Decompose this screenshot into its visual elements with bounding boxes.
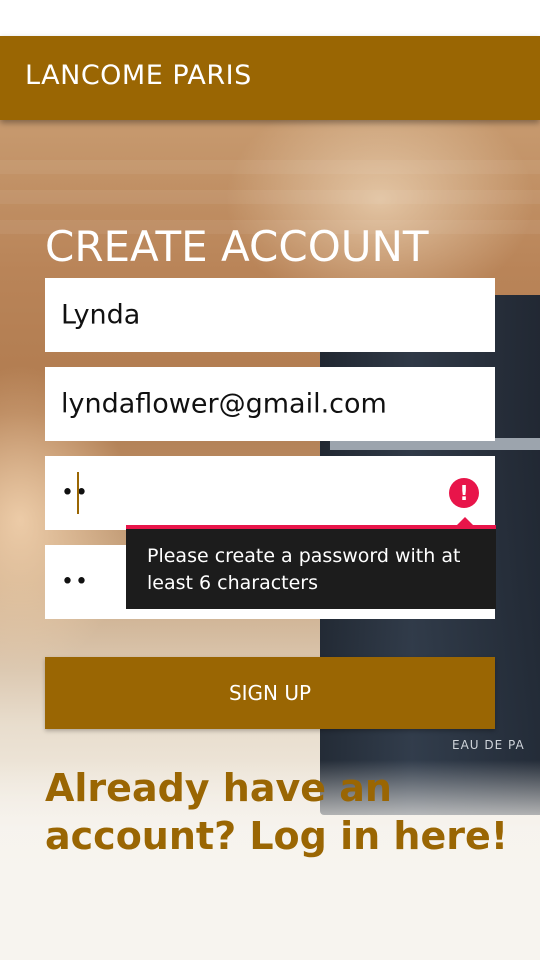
email-field[interactable]: lyndaflower@gmail.com <box>45 367 495 441</box>
app-bar: LANCOME PARIS <box>0 36 540 120</box>
password-error-tooltip: Please create a password with at least 6… <box>126 529 496 609</box>
background-stripe <box>0 190 540 204</box>
sign-up-button[interactable]: SIGN UP <box>45 657 495 729</box>
background-stripe <box>0 160 540 174</box>
error-icon[interactable]: ! <box>449 478 479 508</box>
name-field[interactable]: Lynda <box>45 278 495 352</box>
text-cursor <box>77 472 79 514</box>
perfume-bottle-label: EAU DE PA <box>452 738 525 752</box>
name-field-value: Lynda <box>61 299 141 331</box>
status-bar <box>0 0 540 36</box>
password-field[interactable]: •• ! <box>45 456 495 530</box>
password-field-value: •• <box>61 480 89 506</box>
login-link[interactable]: Already have an account? Log in here! <box>45 764 515 860</box>
page-title: CREATE ACCOUNT <box>45 222 429 271</box>
confirm-password-field-value: •• <box>61 569 89 595</box>
email-field-value: lyndaflower@gmail.com <box>61 388 387 420</box>
app-title: LANCOME PARIS <box>25 60 252 91</box>
